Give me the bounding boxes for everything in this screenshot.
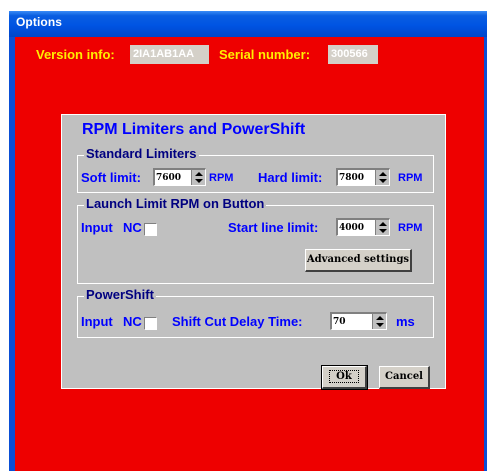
hard-limit-label: Hard limit: <box>258 170 323 185</box>
powershift-nc-checkbox[interactable] <box>144 317 157 330</box>
launch-limit-group: Launch Limit RPM on Button Input NC Star… <box>77 196 434 284</box>
hard-limit-spin-arrows[interactable] <box>375 170 389 185</box>
hard-limit-spinbox[interactable] <box>336 168 390 186</box>
ok-button[interactable]: Ok <box>321 365 368 390</box>
spin-up-icon[interactable] <box>195 172 203 176</box>
soft-limit-spinbox[interactable] <box>153 168 206 186</box>
launch-nc-checkbox[interactable] <box>144 223 157 236</box>
start-line-spin-arrows[interactable] <box>375 220 389 235</box>
soft-limit-spin-arrows[interactable] <box>191 170 205 185</box>
powershift-group: PowerShift Input NC Shift Cut Delay Time… <box>77 287 434 338</box>
powershift-title: PowerShift <box>84 287 156 302</box>
standard-limiters-group: Standard Limiters Soft limit: RPM Hard l… <box>77 146 434 193</box>
serial-number-value: 300566 <box>328 45 378 64</box>
soft-limit-label: Soft limit: <box>81 170 141 185</box>
standard-limiters-title: Standard Limiters <box>84 146 199 161</box>
hard-limit-unit: RPM <box>398 172 423 184</box>
serial-number-label: Serial number: <box>219 47 311 62</box>
launch-input-label: Input <box>81 220 113 235</box>
start-line-limit-spinbox[interactable] <box>336 218 390 236</box>
rpm-limiters-panel: RPM Limiters and PowerShift Standard Lim… <box>61 114 446 390</box>
spin-up-icon[interactable] <box>379 172 387 176</box>
panel-title: RPM Limiters and PowerShift <box>80 121 308 139</box>
version-info-value: 2IA1AB1AA <box>130 45 209 64</box>
window-title: Options <box>16 15 63 29</box>
spin-up-icon[interactable] <box>379 222 387 226</box>
launch-limit-title: Launch Limit RPM on Button <box>84 196 267 211</box>
spin-down-icon[interactable] <box>195 179 203 183</box>
powershift-nc-label: NC <box>123 314 142 329</box>
launch-nc-label: NC <box>123 220 142 235</box>
window-frame-left <box>9 37 15 471</box>
options-window: Options Version info: 2IA1AB1AA Serial n… <box>9 11 487 471</box>
start-line-limit-label: Start line limit: <box>228 220 319 235</box>
shift-cut-delay-label: Shift Cut Delay Time: <box>172 314 303 329</box>
start-line-limit-unit: RPM <box>398 222 423 234</box>
spin-down-icon[interactable] <box>379 179 387 183</box>
version-info-label: Version info: <box>36 47 115 62</box>
shift-cut-delay-unit: ms <box>396 314 415 329</box>
shift-cut-delay-spinbox[interactable] <box>330 312 387 330</box>
advanced-settings-button[interactable]: Advanced settings <box>305 249 412 272</box>
powershift-input-label: Input <box>81 314 113 329</box>
spin-down-icon[interactable] <box>376 323 384 327</box>
title-bar[interactable]: Options <box>9 11 487 37</box>
cancel-button[interactable]: Cancel <box>379 366 430 389</box>
spin-up-icon[interactable] <box>376 316 384 320</box>
shift-cut-spin-arrows[interactable] <box>372 314 386 329</box>
ok-button-label: Ok <box>329 370 359 383</box>
soft-limit-unit: RPM <box>209 172 234 184</box>
spin-down-icon[interactable] <box>379 229 387 233</box>
